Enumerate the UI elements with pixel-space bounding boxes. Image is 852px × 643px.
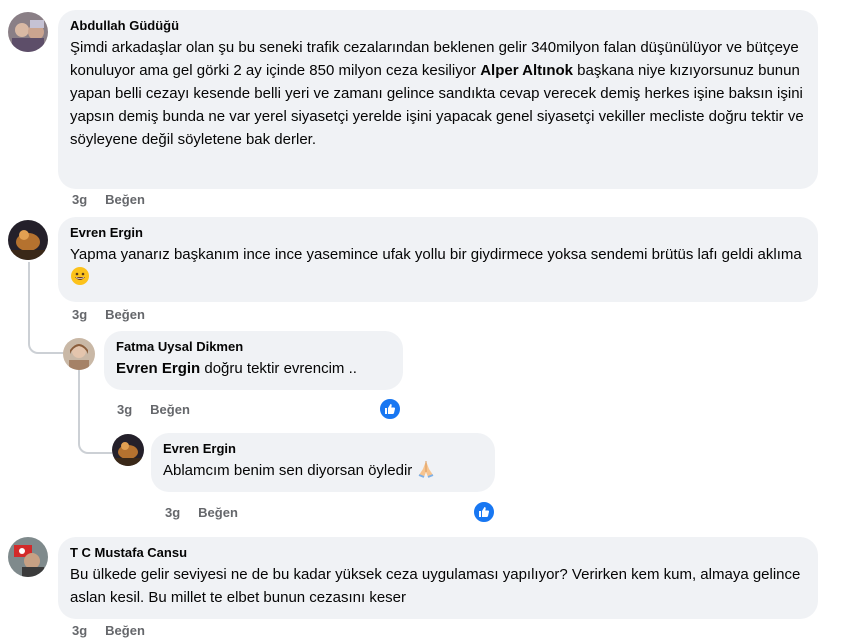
like-reaction-icon[interactable] (472, 500, 496, 524)
comment-bubble: Abdullah Güdüğü Şimdi arkadaşlar olan şu… (58, 10, 818, 189)
thread-connector-reply-2 (78, 434, 112, 454)
comment-text: Ablamcım benim sen diyorsan öyledir (163, 459, 483, 482)
comment-text: Bu ülkede gelir seviyesi ne de bu kadar … (70, 566, 801, 606)
avatar[interactable] (8, 537, 48, 577)
comment-bubble: T C Mustafa Cansu Bu ülkede gelir seviye… (58, 537, 818, 619)
grinning-face-emoji (71, 267, 89, 285)
comment-text: Yapma yanarız başkanım ince ince yasemin… (70, 243, 806, 289)
comment-author[interactable]: Evren Ergin (163, 441, 483, 457)
comment-actions: 3g Beğen (165, 505, 256, 521)
like-button[interactable]: Beğen (105, 307, 145, 322)
comment-actions: 3g Beğen (72, 623, 163, 639)
comment-author[interactable]: Abdullah Güdüğü (70, 18, 806, 34)
thread-connector-reply-1 (28, 330, 64, 354)
comment-author[interactable]: Evren Ergin (70, 225, 806, 241)
comment-bubble: Evren Ergin Ablamcım benim sen diyorsan … (151, 433, 495, 492)
timestamp-link[interactable]: 3g (72, 307, 87, 322)
avatar[interactable] (8, 220, 48, 260)
like-button[interactable]: Beğen (105, 192, 145, 207)
like-reaction-icon[interactable] (378, 397, 402, 421)
folded-hands-emoji (419, 461, 434, 478)
timestamp-link[interactable]: 3g (72, 623, 87, 638)
like-button[interactable]: Beğen (198, 505, 238, 520)
mention-link[interactable]: Alper Altınok (480, 62, 573, 79)
comment-author[interactable]: T C Mustafa Cansu (70, 545, 806, 561)
comment-author[interactable]: Fatma Uysal Dikmen (116, 339, 391, 355)
thread-line-main (28, 262, 30, 338)
timestamp-link[interactable]: 3g (72, 192, 87, 207)
like-button[interactable]: Beğen (150, 402, 190, 417)
avatar[interactable] (112, 434, 144, 466)
thread-line-reply (78, 370, 80, 442)
avatar[interactable] (63, 338, 95, 370)
comment-text: Evren Ergin doğru tektir evrencim .. (116, 360, 357, 377)
comment-actions: 3g Beğen (72, 307, 163, 323)
comment-actions: 3g Beğen (72, 192, 163, 208)
comment-bubble: Evren Ergin Yapma yanarız başkanım ince … (58, 217, 818, 302)
timestamp-link[interactable]: 3g (165, 505, 180, 520)
mention-link[interactable]: Evren Ergin (116, 360, 200, 377)
like-button[interactable]: Beğen (105, 623, 145, 638)
comment-bubble: Fatma Uysal Dikmen Evren Ergin doğru tek… (104, 331, 403, 390)
comment-actions: 3g Beğen (117, 402, 208, 418)
avatar[interactable] (8, 12, 48, 52)
comment-text: Şimdi arkadaşlar olan şu bu seneki trafi… (70, 39, 804, 148)
timestamp-link[interactable]: 3g (117, 402, 132, 417)
